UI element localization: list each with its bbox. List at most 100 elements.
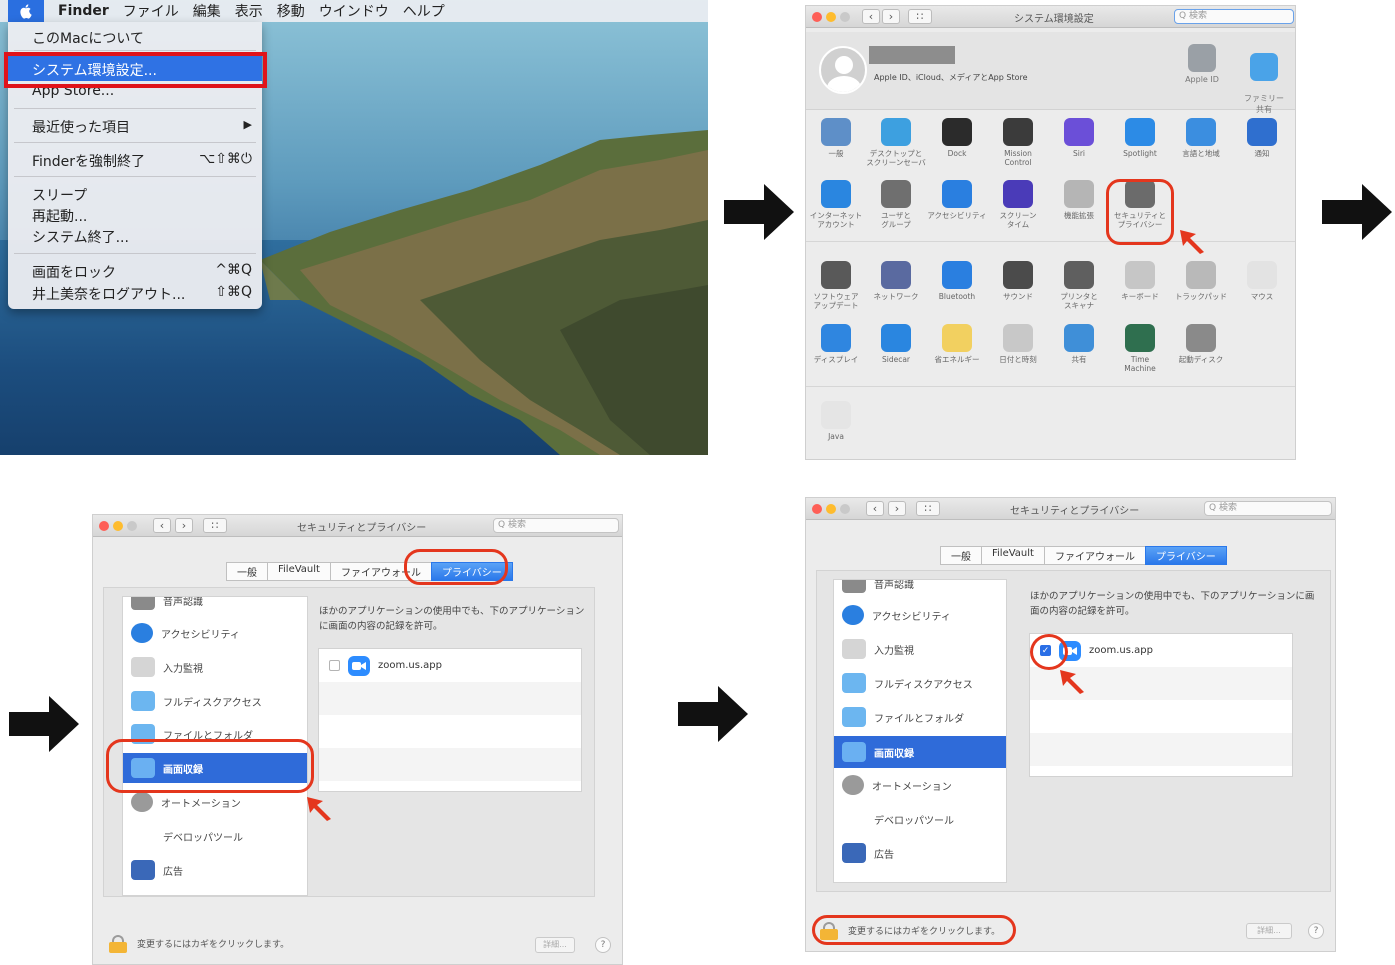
search-input[interactable]: Q 検索 [1204,501,1332,516]
forward-button[interactable]: › [888,501,906,516]
pref-apple-id[interactable]: Apple ID [1176,44,1228,84]
pref-item[interactable]: 機能拡張 [1049,180,1109,220]
tab-filevault[interactable]: FileVault [267,562,330,581]
pref-item[interactable]: マウス [1232,261,1292,301]
minimize-window-button[interactable] [826,504,836,514]
tab-general[interactable]: 一般 [940,546,981,565]
minimize-window-button[interactable] [113,521,123,531]
list-item-advertising[interactable]: 広告 [834,838,1006,868]
menu-logout[interactable]: 井上美奈をログアウト... [32,284,185,304]
pref-item[interactable]: キーボード [1110,261,1170,301]
details-button[interactable]: 詳細... [535,937,575,953]
pref-item[interactable]: スクリーン タイム [988,180,1048,229]
close-window-button[interactable] [812,504,822,514]
tab-firewall[interactable]: ファイアウォール [1043,546,1145,565]
pref-item[interactable]: デスクトップと スクリーンセーバ [866,118,926,167]
apple-menu-button[interactable] [8,0,44,22]
pref-item[interactable]: ユーザと グループ [866,180,926,229]
list-item-files-folders[interactable]: ファイルとフォルダ [834,702,1006,732]
search-input[interactable]: Q 検索 [493,518,619,533]
pref-item[interactable]: Sidecar [866,324,926,364]
help-button[interactable]: ? [1308,923,1324,939]
pref-family-sharing[interactable]: ファミリー 共有 [1238,44,1290,115]
list-item-speech[interactable]: 音声認識 [834,580,1006,598]
close-window-button[interactable] [812,12,822,22]
menu-sleep[interactable]: スリープ [32,185,87,205]
zoom-window-button[interactable] [127,521,137,531]
menu-recent-items[interactable]: 最近使った項目 [32,117,130,137]
zoom-window-button[interactable] [840,504,850,514]
list-item-input-monitoring[interactable]: 入力監視 [123,652,307,682]
back-button[interactable]: ‹ [862,9,880,24]
menu-about-this-mac[interactable]: このMacについて [32,28,144,48]
menu-lock-screen[interactable]: 画面をロック [32,262,116,282]
pref-item[interactable]: ネットワーク [866,261,926,301]
list-item-developer-tools[interactable]: デベロッパツール [123,821,307,851]
folder-icon [131,691,155,711]
close-window-button[interactable] [99,521,109,531]
preference-pane-icon [1186,261,1216,289]
pref-item[interactable]: Time Machine [1110,324,1170,373]
pref-item[interactable]: サウンド [988,261,1048,301]
avatar[interactable] [819,46,867,94]
menu-shutdown[interactable]: システム終了... [32,227,129,247]
pref-item[interactable]: 起動ディスク [1171,324,1231,364]
pref-item[interactable]: 言語と地域 [1171,118,1231,158]
menubar-finder[interactable]: Finder [58,3,109,19]
pref-item[interactable]: ディスプレイ [806,324,866,364]
list-item-accessibility[interactable]: アクセシビリティ [834,600,1006,630]
pref-item[interactable]: Bluetooth [927,261,987,301]
forward-button[interactable]: › [882,9,900,24]
preference-pane-icon [1064,261,1094,289]
details-button[interactable]: 詳細... [1246,923,1292,939]
tab-filevault[interactable]: FileVault [981,546,1044,565]
list-item-screen-recording[interactable]: 画面収録 [834,736,1006,768]
menu-force-quit[interactable]: Finderを強制終了 [32,151,145,171]
forward-button[interactable]: › [175,518,193,533]
list-item-full-disk-access[interactable]: フルディスクアクセス [123,686,307,716]
menubar-file[interactable]: ファイル [123,1,179,21]
pref-item[interactable]: Spotlight [1110,118,1170,158]
pref-item[interactable]: 省エネルギー [927,324,987,364]
search-input[interactable]: Q 検索 [1174,9,1294,24]
back-button[interactable]: ‹ [153,518,171,533]
show-all-grid-icon[interactable]: ∷ [203,518,227,533]
menu-restart[interactable]: 再起動... [32,206,87,226]
list-item-developer-tools[interactable]: デベロッパツール [834,804,1006,834]
menubar-view[interactable]: 表示 [235,1,263,21]
pref-item[interactable]: 共有 [1049,324,1109,364]
pref-item[interactable]: Siri [1049,118,1109,158]
show-all-grid-icon[interactable]: ∷ [916,501,940,516]
pref-item[interactable]: プリンタと スキャナ [1049,261,1109,310]
help-button[interactable]: ? [595,937,611,953]
menubar-go[interactable]: 移動 [277,1,305,21]
list-item-automation[interactable]: オートメーション [834,770,1006,800]
pref-item[interactable]: Dock [927,118,987,158]
pref-item[interactable]: トラックパッド [1171,261,1231,301]
tab-general[interactable]: 一般 [226,562,267,581]
zoom-checkbox[interactable] [329,660,340,671]
list-item-accessibility[interactable]: アクセシビリティ [123,618,307,648]
menubar-window[interactable]: ウインドウ [319,1,389,21]
menubar-edit[interactable]: 編集 [193,1,221,21]
pref-item[interactable]: 日付と時刻 [988,324,1048,364]
zoom-window-button[interactable] [840,12,850,22]
pref-item[interactable]: Java [806,401,866,441]
list-item-advertising[interactable]: 広告 [123,855,307,885]
show-all-grid-icon[interactable]: ∷ [908,9,932,24]
list-item-input-monitoring[interactable]: 入力監視 [834,634,1006,664]
pref-item[interactable]: 通知 [1232,118,1292,158]
pref-item[interactable]: 一般 [806,118,866,158]
menubar-help[interactable]: ヘルプ [403,1,445,21]
pref-item[interactable]: アクセシビリティ [927,180,987,220]
pref-item[interactable]: インターネット アカウント [806,180,866,229]
lock-icon[interactable] [109,935,127,953]
back-button[interactable]: ‹ [866,501,884,516]
tab-privacy[interactable]: プライバシー [1144,546,1227,565]
list-item-full-disk-access[interactable]: フルディスクアクセス [834,668,1006,698]
pref-item[interactable]: Mission Control [988,118,1048,167]
list-item-speech[interactable]: 音声認識 [123,597,307,615]
lock-row[interactable]: 変更するにはカギをクリックします。 [109,935,289,953]
minimize-window-button[interactable] [826,12,836,22]
pref-item[interactable]: ソフトウェア アップデート [806,261,866,310]
